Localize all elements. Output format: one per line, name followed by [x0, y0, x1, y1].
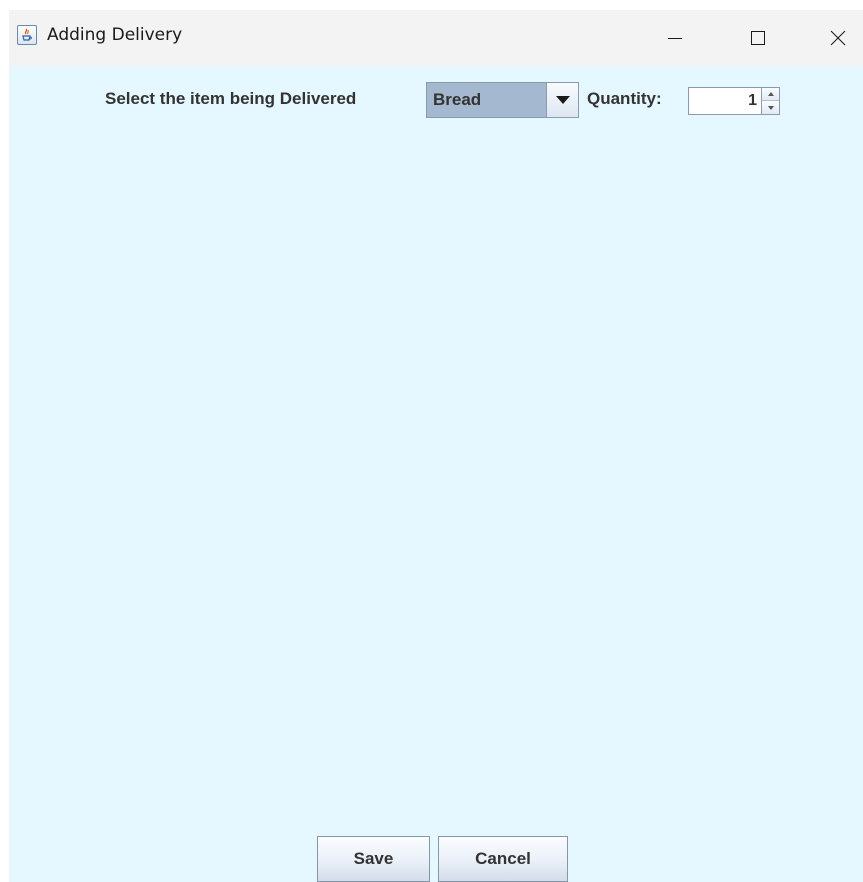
- quantity-field[interactable]: 1: [689, 88, 761, 114]
- item-select-label: Select the item being Delivered: [105, 89, 357, 108]
- dropdown-arrow-button[interactable]: [546, 83, 578, 117]
- window-title: Adding Delivery: [47, 25, 183, 45]
- close-button[interactable]: [818, 20, 858, 56]
- dialog-window: Adding Delivery Select the item being De…: [9, 10, 863, 882]
- title-bar[interactable]: Adding Delivery: [9, 10, 863, 66]
- quantity-label: Quantity:: [587, 89, 662, 108]
- minimize-button[interactable]: [655, 20, 695, 56]
- quantity-spinner[interactable]: 1: [688, 87, 780, 115]
- arrow-down-icon: [767, 105, 774, 110]
- arrow-up-icon: [767, 92, 774, 96]
- dialog-content: Select the item being Delivered Bread Qu…: [9, 66, 863, 882]
- maximize-button[interactable]: [738, 20, 778, 56]
- quantity-decrement-button[interactable]: [761, 101, 779, 114]
- minimize-icon: [668, 38, 682, 39]
- maximize-icon: [751, 31, 765, 45]
- item-combobox-value: Bread: [433, 90, 482, 109]
- item-combobox[interactable]: Bread: [426, 82, 579, 118]
- quantity-increment-button[interactable]: [761, 88, 779, 101]
- save-button[interactable]: Save: [317, 836, 430, 882]
- cancel-button[interactable]: Cancel: [438, 836, 568, 882]
- close-icon: [830, 30, 846, 46]
- chevron-down-icon: [555, 96, 570, 104]
- java-icon: [17, 25, 37, 45]
